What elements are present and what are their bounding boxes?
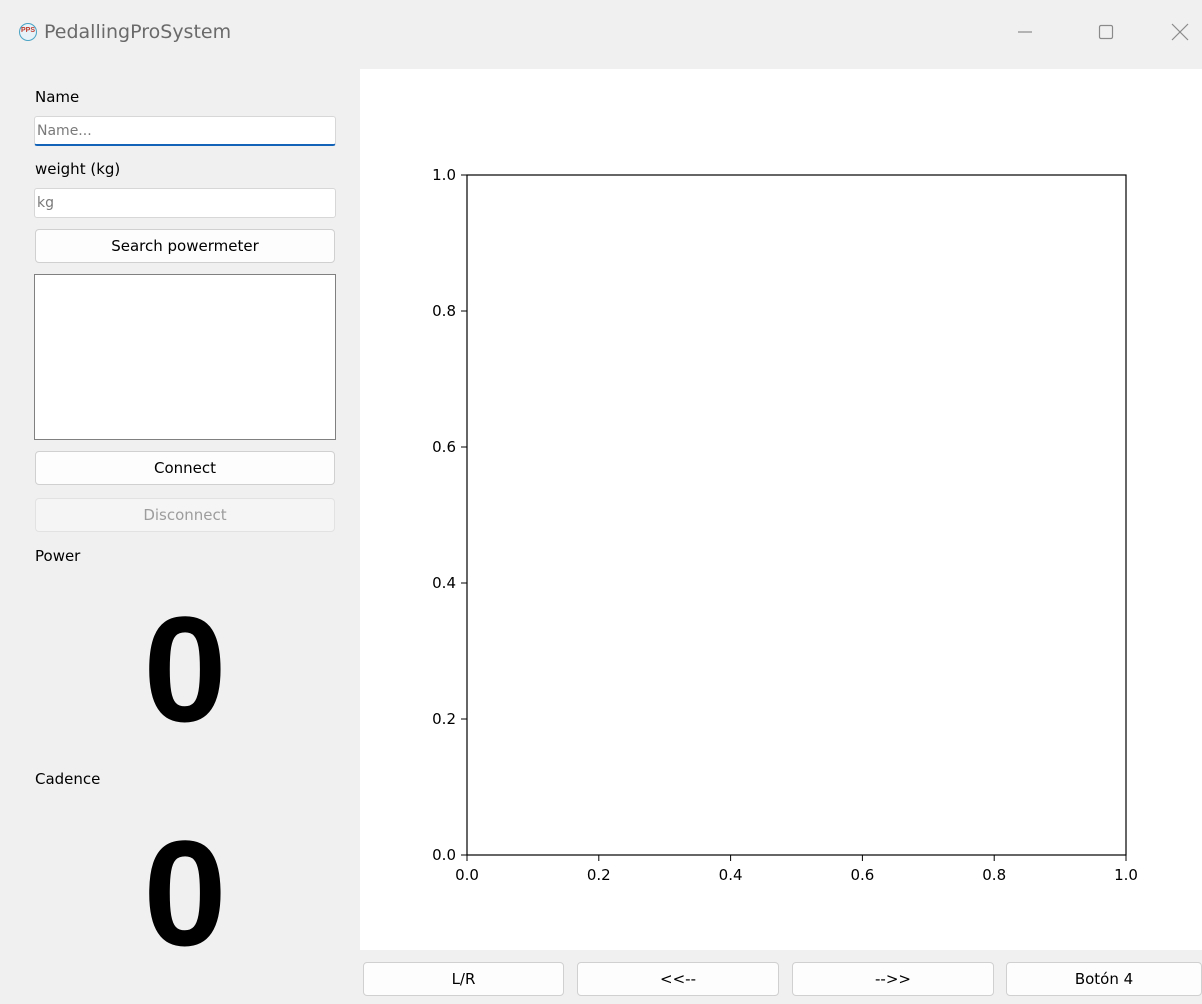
cadence-value: 0 bbox=[143, 809, 227, 977]
plot-frame bbox=[466, 174, 1127, 856]
close-button[interactable] bbox=[1160, 15, 1200, 49]
x-tick-label: 1.0 bbox=[1114, 866, 1138, 884]
chart: 0.0 0.2 0.4 0.6 0.8 1.0 0.0 0.2 0.4 0.6 0.8 1.0 bbox=[432, 166, 1138, 884]
plot-area: 0.0 0.2 0.4 0.6 0.8 1.0 0.0 0.2 0.4 0.6 0.8 1.0 bbox=[360, 69, 1202, 950]
name-label: Name bbox=[35, 88, 80, 106]
x-tick-label: 0.8 bbox=[982, 866, 1006, 884]
lr-button[interactable]: L/R bbox=[363, 962, 564, 996]
title-bar: PPS PedallingProSystem bbox=[0, 0, 1202, 66]
app-logo-text: PPS bbox=[20, 27, 35, 34]
y-tick-label: 0.6 bbox=[432, 438, 456, 456]
x-tick-label: 0.2 bbox=[587, 866, 611, 884]
x-axis: 0.0 0.2 0.4 0.6 0.8 1.0 bbox=[455, 855, 1138, 884]
device-list[interactable] bbox=[34, 274, 336, 440]
maximize-button[interactable] bbox=[1086, 15, 1126, 49]
previous-button[interactable]: <<-- bbox=[577, 962, 779, 996]
power-label: Power bbox=[35, 547, 81, 565]
y-tick-label: 0.2 bbox=[432, 710, 456, 728]
weight-input[interactable]: kg bbox=[34, 188, 336, 218]
button-4[interactable]: Botón 4 bbox=[1006, 962, 1202, 996]
cadence-label: Cadence bbox=[35, 770, 101, 788]
power-value: 0 bbox=[143, 585, 227, 753]
minimize-button[interactable] bbox=[1005, 15, 1045, 49]
next-button[interactable]: -->> bbox=[792, 962, 994, 996]
close-icon bbox=[1171, 23, 1189, 41]
y-tick-label: 1.0 bbox=[432, 166, 456, 184]
search-powermeter-button[interactable]: Search powermeter bbox=[35, 229, 335, 263]
app-logo-icon: PPS bbox=[19, 23, 37, 41]
minimize-icon bbox=[1018, 31, 1032, 33]
y-tick-label: 0.0 bbox=[432, 846, 456, 864]
y-axis: 0.0 0.2 0.4 0.6 0.8 1.0 bbox=[432, 166, 467, 864]
disconnect-button[interactable]: Disconnect bbox=[35, 498, 335, 532]
connect-button[interactable]: Connect bbox=[35, 451, 335, 485]
maximize-icon bbox=[1098, 24, 1114, 40]
y-tick-label: 0.8 bbox=[432, 302, 456, 320]
weight-label: weight (kg) bbox=[35, 160, 121, 178]
x-tick-label: 0.6 bbox=[850, 866, 874, 884]
window-title: PedallingProSystem bbox=[44, 21, 232, 43]
y-tick-label: 0.4 bbox=[432, 574, 456, 592]
name-input[interactable]: Name... bbox=[34, 116, 336, 146]
x-tick-label: 0.0 bbox=[455, 866, 479, 884]
x-tick-label: 0.4 bbox=[719, 866, 743, 884]
